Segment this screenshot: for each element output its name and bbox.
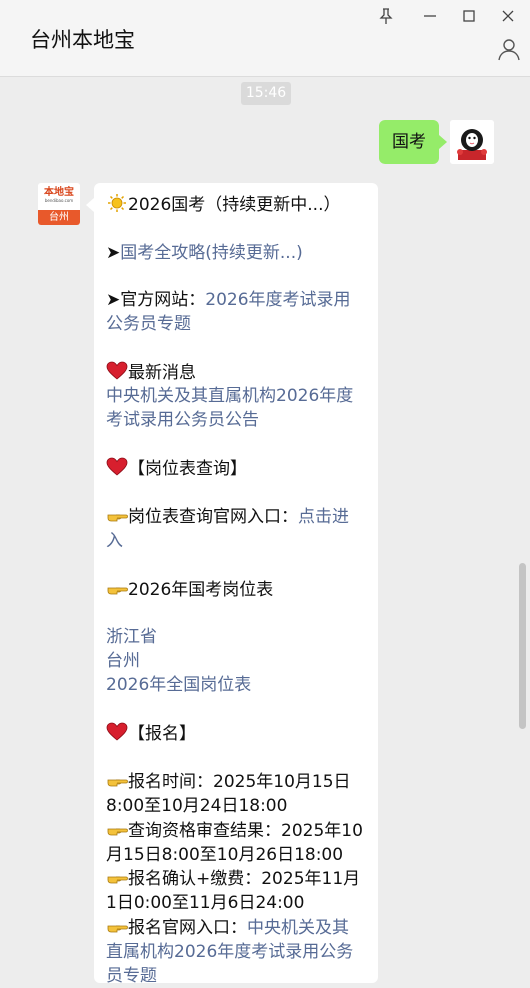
pointing-hand-icon	[107, 828, 128, 836]
position-table-label: 2026年国考岗位表	[128, 579, 274, 600]
message-title: 2026国考（持续更新中...）	[128, 195, 341, 215]
close-icon[interactable]	[498, 6, 518, 26]
arrow-bullet: ➤	[106, 242, 121, 263]
my-avatar[interactable]	[450, 120, 494, 164]
signup-time: 报名时间：2025年10月15日	[128, 772, 351, 793]
pointing-hand-icon	[107, 925, 128, 933]
news-label: 最新消息	[128, 362, 196, 383]
signup-heading: 【报名】	[128, 723, 196, 744]
signup-site-label: 报名官网入口：	[128, 917, 247, 938]
province-link[interactable]: 浙江省	[106, 627, 157, 647]
avatar-character-icon	[450, 120, 494, 164]
bot-avatar[interactable]: 本地宝 bendibao.com 台州	[38, 183, 80, 225]
brand-logo: 本地宝 bendibao.com	[38, 183, 80, 210]
pointing-hand-icon	[107, 514, 128, 522]
my-message-bubble[interactable]: 国考	[379, 120, 447, 164]
signup-site-link-end[interactable]: 员专题	[106, 966, 157, 986]
city-link[interactable]: 台州	[106, 651, 140, 671]
guide-link[interactable]: 国考全攻略(持续更新...)	[120, 243, 302, 263]
heart-icon	[106, 457, 128, 476]
pointing-hand-icon	[107, 587, 128, 595]
heart-icon	[106, 361, 128, 380]
scrollbar-thumb[interactable]	[519, 563, 526, 729]
position-query-label: 岗位表查询官网入口：	[128, 507, 298, 528]
position-query-heading: 【岗位表查询】	[128, 458, 247, 479]
title-bar: 台州本地宝	[0, 0, 530, 77]
scrollbar-track[interactable]	[518, 76, 530, 960]
official-site-link[interactable]: 2026年度考试录用	[205, 290, 350, 310]
profile-icon[interactable]	[496, 36, 522, 62]
bot-message-bubble: 2026国考（持续更新中...） ➤国考全攻略(持续更新...) ➤官方网站：2…	[86, 183, 378, 986]
signup-time-cont: 8:00至10月24日18:00	[106, 795, 288, 816]
maximize-icon[interactable]	[459, 6, 479, 26]
announcement-link[interactable]: 中央机关及其直属机构2026年度	[106, 386, 353, 406]
logo-subtext: bendibao.com	[44, 198, 74, 203]
announcement-link-cont[interactable]: 考试录用公务员公告	[106, 410, 259, 430]
review-result-time: 查询资格审查结果：2025年10	[128, 820, 363, 841]
official-site-label: ➤官方网站：	[106, 290, 206, 311]
signup-site-link[interactable]: 中央机关及其	[247, 918, 349, 938]
national-table-link[interactable]: 2026年全国岗位表	[106, 675, 251, 695]
timestamp-badge: 15:46	[241, 82, 291, 105]
official-site-link-cont[interactable]: 公务员专题	[106, 314, 191, 334]
logo-text: 本地宝	[44, 187, 74, 198]
sun-icon	[108, 194, 126, 212]
position-query-link[interactable]: 点击进	[298, 507, 349, 527]
pin-icon[interactable]	[376, 6, 396, 26]
pointing-hand-icon	[107, 876, 128, 884]
signup-site-link-cont[interactable]: 直属机构2026年度考试录用公务	[106, 942, 353, 962]
review-result-time-cont: 月15日8:00至10月26日18:00	[106, 844, 344, 865]
payment-time: 报名确认+缴费：2025年11月	[128, 869, 361, 890]
pointing-hand-icon	[107, 779, 128, 787]
window-title: 台州本地宝	[30, 28, 135, 52]
payment-time-cont: 1日0:00至11月6日24:00	[106, 893, 305, 914]
minimize-icon[interactable]	[420, 6, 440, 26]
logo-city: 台州	[38, 210, 80, 225]
position-query-link-cont[interactable]: 入	[106, 531, 123, 551]
heart-icon	[106, 722, 128, 741]
